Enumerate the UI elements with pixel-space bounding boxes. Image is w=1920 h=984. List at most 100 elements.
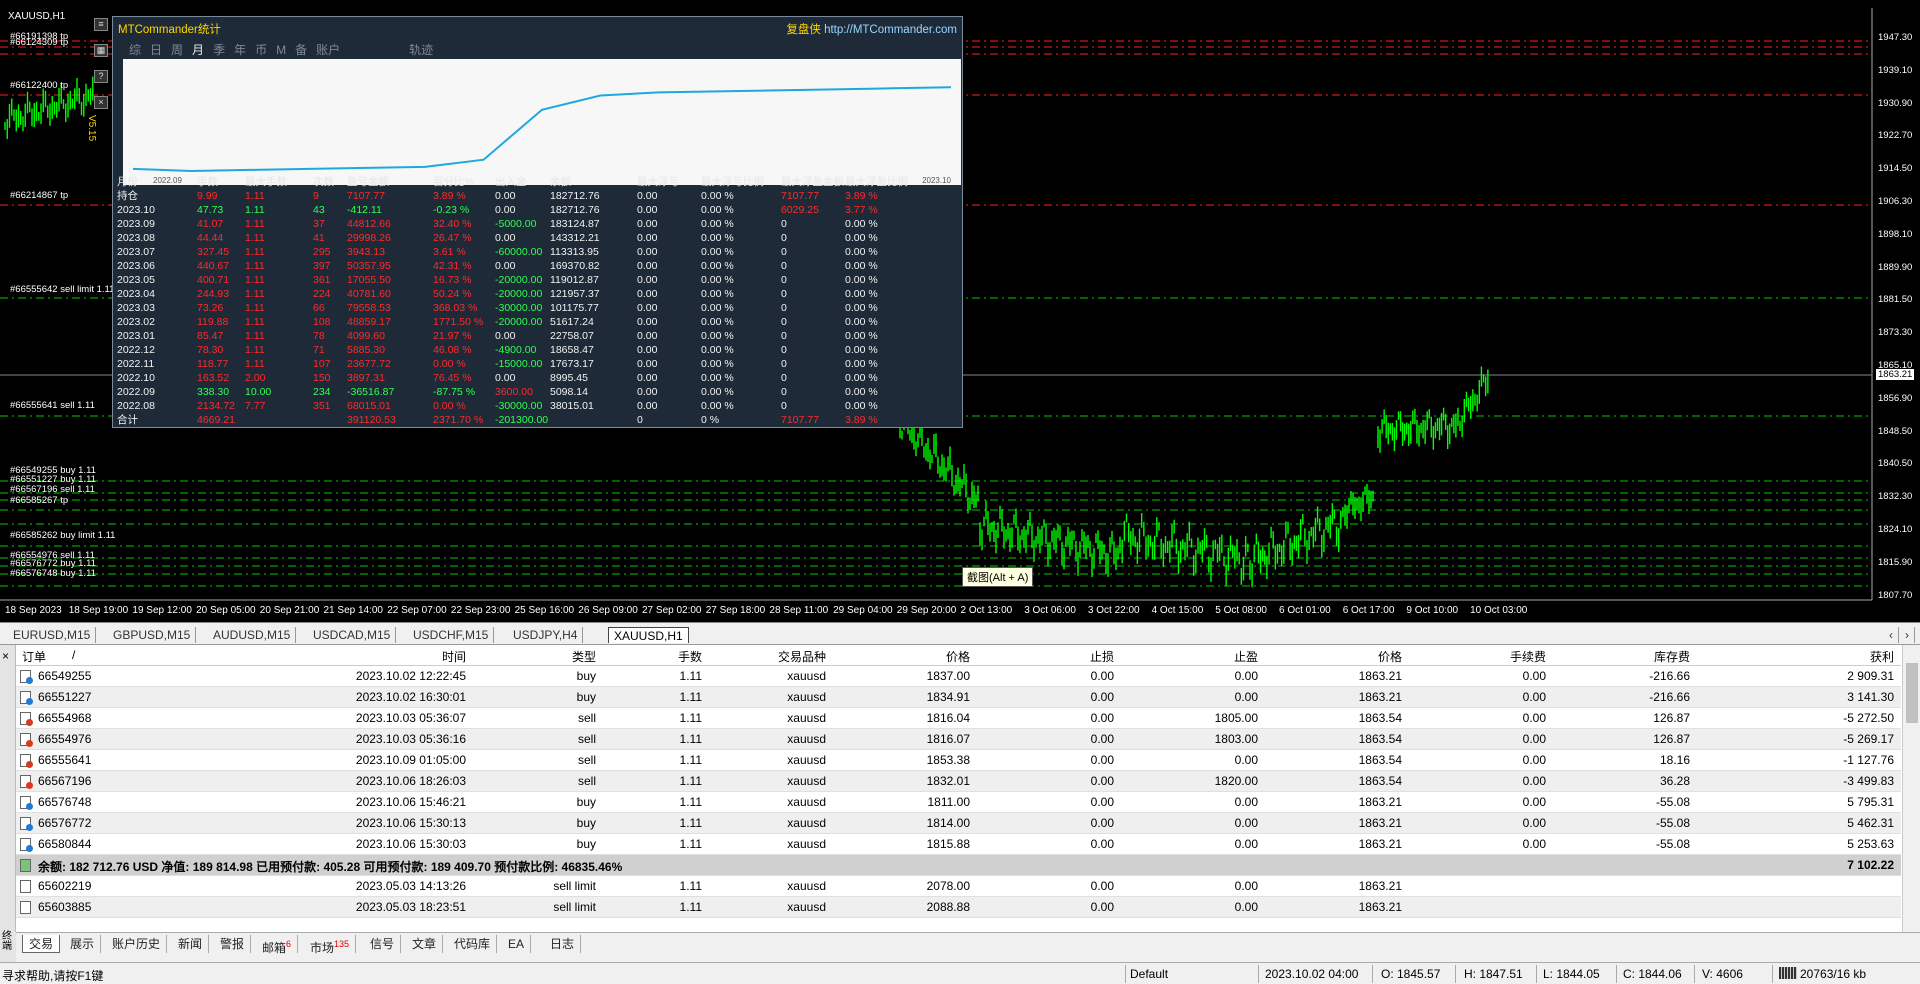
- table-row[interactable]: 66580844 2023.10.06 15:30:03 buy 1.11 xauusd…: [16, 834, 1901, 855]
- mtc-tab-季[interactable]: 季: [213, 43, 225, 57]
- mtc-cell: 0.00 %: [701, 302, 734, 314]
- mtc-cell: 0.00 %: [701, 232, 734, 244]
- table-row[interactable]: 66576748 2023.10.06 15:46:21 buy 1.11 xauusd…: [16, 792, 1901, 813]
- column-header[interactable]: 价格: [1262, 648, 1402, 665]
- column-header[interactable]: 订单: [22, 648, 162, 665]
- mtc-cell: 143312.21: [550, 232, 600, 244]
- terminal-tab[interactable]: 账户历史: [106, 935, 168, 953]
- mtc-cell: 44812.66: [347, 218, 391, 230]
- mtc-cell: 0: [781, 358, 787, 370]
- terminal-tab[interactable]: 展示: [64, 935, 102, 953]
- mtc-tab-月[interactable]: 月: [192, 43, 204, 57]
- table-row[interactable]: 66555641 2023.10.09 01:05:00 sell 1.11 xauus…: [16, 750, 1901, 771]
- mtc-table-row: 2023.03 73.26 1.11 66 79558.53 368.03 % -30000…: [117, 301, 959, 315]
- list-icon[interactable]: ≡: [94, 18, 108, 31]
- terminal-tab[interactable]: 文章: [406, 935, 444, 953]
- mtc-tab-账户[interactable]: 账户: [316, 43, 340, 57]
- mtc-tab-综[interactable]: 综: [129, 43, 141, 57]
- terminal-tab-label: 警报: [220, 937, 245, 951]
- cell-type: sell limit: [553, 900, 596, 914]
- mtc-tab-M[interactable]: M: [276, 43, 286, 57]
- tab-scroll-left-icon[interactable]: ‹: [1884, 627, 1899, 643]
- cell-cur: 1863.21: [1358, 816, 1402, 830]
- terminal-tab[interactable]: 日志: [544, 935, 582, 953]
- column-header[interactable]: 止盈: [1118, 648, 1258, 665]
- table-row[interactable]: 66567196 2023.10.06 18:26:03 sell 1.11 xauus…: [16, 771, 1901, 792]
- terminal-tab-label: EA: [508, 937, 525, 951]
- cell-profit: 5 462.31: [1847, 816, 1894, 830]
- chart-tab[interactable]: USDCAD,M15: [308, 627, 397, 643]
- cell-time: 2023.10.03 05:36:07: [355, 711, 466, 725]
- table-row[interactable]: 66551227 2023.10.02 16:30:01 buy 1.11 xauusd…: [16, 687, 1901, 708]
- cell-time: 2023.05.03 18:23:51: [355, 900, 466, 914]
- column-header[interactable]: 手数: [602, 648, 702, 665]
- terminal-tab[interactable]: 信号: [364, 935, 402, 953]
- mtc-tab-周[interactable]: 周: [171, 43, 183, 57]
- account-summary-text: 余额: 182 712.76 USD 净值: 189 814.98 已用预付款:…: [38, 860, 623, 874]
- pending-order-row[interactable]: 65602219 2023.05.03 14:13:26 sell limit 1.1…: [16, 876, 1901, 897]
- column-header[interactable]: 手续费: [1406, 648, 1546, 665]
- column-header[interactable]: 价格: [830, 648, 970, 665]
- mtc-tab-日[interactable]: 日: [150, 43, 162, 57]
- mtc-tab-轨迹[interactable]: 轨迹: [409, 43, 433, 57]
- chart-tab[interactable]: EURUSD,M15: [8, 627, 97, 643]
- table-row[interactable]: 66554968 2023.10.03 05:36:07 sell 1.11 xauus…: [16, 708, 1901, 729]
- close-icon[interactable]: ×: [94, 96, 108, 109]
- column-header[interactable]: 时间: [166, 648, 466, 665]
- cell-profit: -1 127.76: [1843, 753, 1894, 767]
- tab-scroll-right-icon[interactable]: ›: [1900, 627, 1915, 643]
- column-header[interactable]: 库存费: [1550, 648, 1690, 665]
- table-row[interactable]: 66554976 2023.10.03 05:36:16 sell 1.11 xauus…: [16, 729, 1901, 750]
- terminal-tab[interactable]: 交易: [22, 935, 61, 953]
- scrollbar-thumb[interactable]: [1906, 663, 1918, 723]
- terminal-tab[interactable]: 代码库: [448, 935, 498, 953]
- cell-sl: 0.00: [1090, 837, 1114, 851]
- column-header[interactable]: 获利: [1694, 648, 1894, 665]
- mtc-link[interactable]: 复盘侠 http://MTCommander.com: [786, 21, 957, 37]
- column-header[interactable]: 交易品种: [706, 648, 826, 665]
- mtc-tab-币[interactable]: 币: [255, 43, 267, 57]
- price-chart[interactable]: XAUUSD,H1 #66191398 tp #66124309 tp #66122…: [0, 0, 1920, 622]
- terminal-tab[interactable]: 邮箱6: [256, 935, 299, 955]
- mtc-cell: 68015.01: [347, 400, 391, 412]
- pending-order-row[interactable]: 65603885 2023.05.03 18:23:51 sell limit 1.1…: [16, 897, 1901, 918]
- mtc-cell: 7107.77: [781, 190, 819, 202]
- mtc-cell: 4099.60: [347, 330, 385, 342]
- mtc-cell: 37: [313, 218, 325, 230]
- mtc-cell: 0.00 %: [845, 386, 878, 398]
- column-header[interactable]: 类型: [472, 648, 596, 665]
- cell-cur: 1863.21: [1358, 669, 1402, 683]
- mtc-col-header: 最大浮亏: [637, 176, 679, 188]
- table-row[interactable]: 66576772 2023.10.06 15:30:13 buy 1.11 xauusd…: [16, 813, 1901, 834]
- terminal-close-icon[interactable]: ×: [2, 649, 9, 663]
- chart-tab[interactable]: USDJPY,H4: [508, 627, 584, 643]
- column-header[interactable]: 止损: [974, 648, 1114, 665]
- mtc-tab-备[interactable]: 备: [295, 43, 307, 57]
- terminal-side-label: 终端: [0, 932, 16, 962]
- terminal-tab[interactable]: 新闻: [172, 935, 210, 953]
- terminal-tab[interactable]: EA: [502, 935, 532, 953]
- table-row[interactable]: 66549255 2023.10.02 12:22:45 buy 1.11 xauusd…: [16, 666, 1901, 687]
- mtc-link-url[interactable]: http://MTCommander.com: [824, 24, 957, 36]
- mtc-cell: -30000.00: [495, 400, 543, 412]
- mtc-cell: 119.88: [197, 316, 229, 328]
- chart-tab[interactable]: GBPUSD,M15: [108, 627, 197, 643]
- mtc-cell: 0: [781, 246, 787, 258]
- mtc-col-header: 月份: [117, 176, 138, 188]
- mtc-cell: 3897.31: [347, 372, 385, 384]
- mtc-cell: 9.99: [197, 190, 218, 202]
- status-high: H: 1847.51: [1464, 967, 1523, 981]
- question-icon[interactable]: ?: [94, 70, 108, 83]
- chart-tab[interactable]: USDCHF,M15: [408, 627, 495, 643]
- chart-tab[interactable]: AUDUSD,M15: [208, 627, 297, 643]
- terminal-scrollbar[interactable]: [1902, 645, 1920, 933]
- cell-symbol: xauusd: [787, 711, 826, 725]
- mtc-cell: 400.71: [197, 274, 230, 286]
- chart-tab[interactable]: XAUUSD,H1: [608, 627, 689, 643]
- mtc-tab-年[interactable]: 年: [234, 43, 246, 57]
- mtc-table-row: 2023.10 47.73 1.11 43 -412.11 -0.23 % 0.00 1827…: [117, 203, 959, 217]
- terminal-tab[interactable]: 市场135: [304, 935, 357, 955]
- terminal-tab[interactable]: 警报: [214, 935, 252, 953]
- grid-icon[interactable]: ▦: [94, 44, 108, 57]
- mtc-table-row: 2022.12 78.30 1.11 71 5885.30 46.08 % -4900.00…: [117, 343, 959, 357]
